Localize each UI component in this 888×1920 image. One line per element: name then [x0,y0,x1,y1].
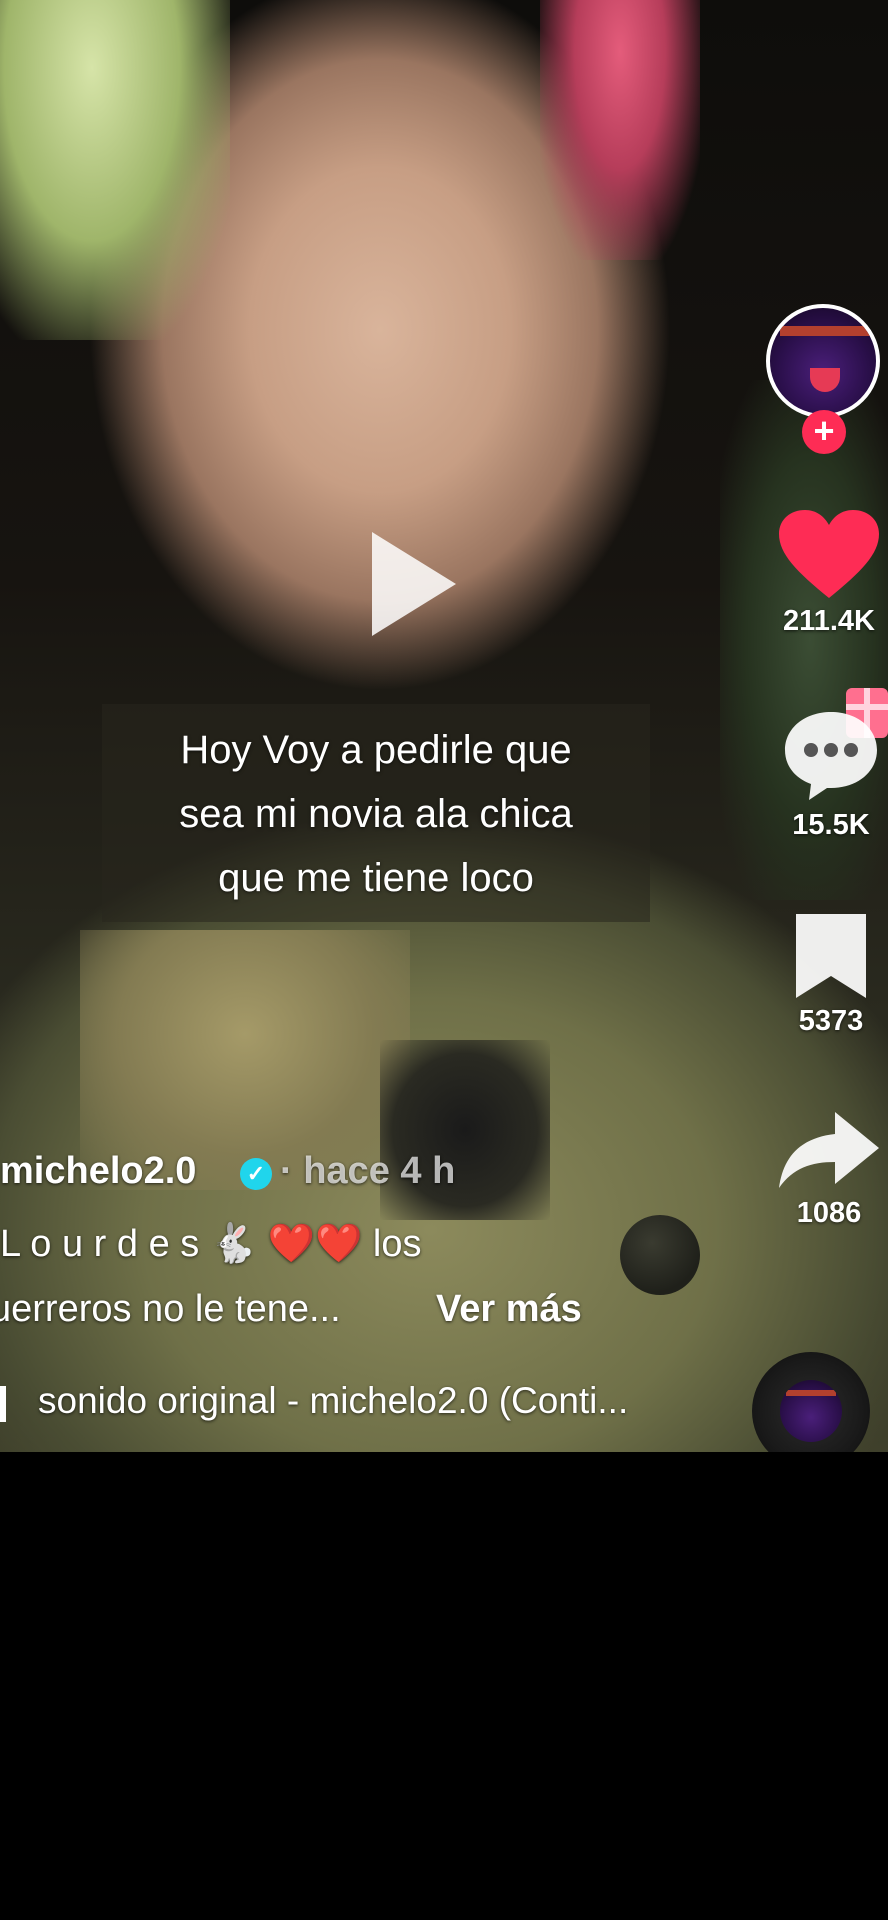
creator-avatar-button[interactable]: + [766,304,886,454]
share-icon [779,1112,879,1188]
follow-plus-icon[interactable]: + [802,410,846,454]
like-button[interactable]: 211.4K [770,508,888,638]
share-count: 1086 [796,1197,862,1229]
comment-icon [785,712,877,800]
bookmark-icon [796,914,866,998]
video-frame-detail [0,0,230,340]
save-count: 5373 [798,1005,864,1037]
video-frame-detail [540,0,700,260]
caption-line: sea mi novia ala chica [179,792,573,836]
video-player[interactable]: Hoy Voy a pedirle que sea mi novia ala c… [0,0,888,1452]
disc-avatar [780,1380,842,1442]
bookmark-button[interactable]: 5373 [776,910,886,1038]
avatar[interactable] [766,304,880,418]
play-icon[interactable] [372,532,456,636]
video-frame-detail [620,1215,700,1295]
avatar-detail [810,368,840,392]
comment-count: 15.5K [792,809,870,841]
avatar-detail [780,326,874,336]
video-caption-overlay: Hoy Voy a pedirle que sea mi novia ala c… [102,704,650,922]
caption-line: que me tiene loco [218,856,534,900]
disc-detail [786,1390,836,1396]
verified-icon: ✓ [240,1158,272,1190]
post-time: · hace 4 h [280,1150,456,1192]
music-note-icon [0,1386,6,1422]
post-description-line: uerreros no le tene... [0,1288,341,1330]
video-frame-detail [380,1040,550,1220]
creator-username[interactable]: michelo2.0 [0,1150,196,1193]
music-track[interactable]: sonido original - michelo2.0 (Conti... [38,1380,628,1422]
heart-icon [779,510,879,598]
see-more-link[interactable]: Ver más [436,1288,582,1331]
caption-line: Hoy Voy a pedirle que [180,728,572,772]
comment-button[interactable]: 15.5K [776,708,886,842]
music-disc[interactable] [752,1352,870,1452]
post-description-line: L o u r d e s 🐇 ❤️❤️ los [0,1223,422,1265]
like-count: 211.4K [783,605,875,637]
share-button[interactable]: 1086 [770,1108,888,1230]
